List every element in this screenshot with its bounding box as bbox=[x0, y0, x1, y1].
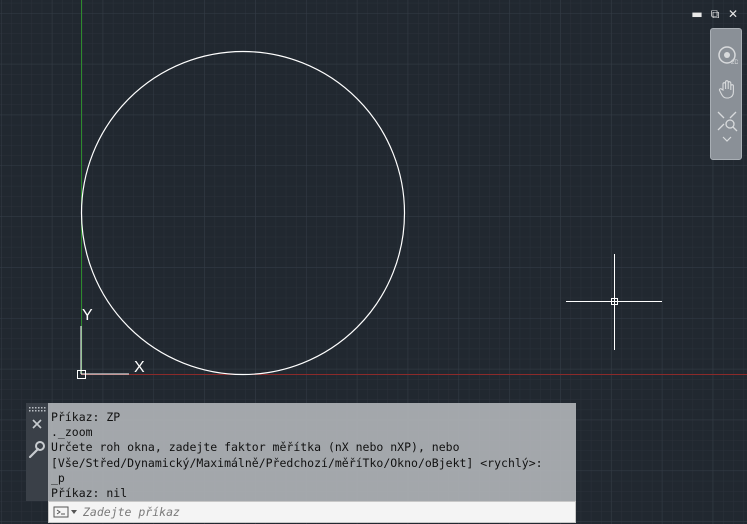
svg-text:2D: 2D bbox=[731, 60, 738, 66]
ucs-y-label: Y bbox=[82, 307, 93, 324]
steering-wheel-icon[interactable]: 2D bbox=[715, 43, 739, 67]
minimize-button[interactable]: ▬ bbox=[691, 8, 703, 20]
history-line: _p bbox=[51, 470, 65, 485]
history-line: [Vše/Střed/Dynamický/Maximálně/Předchozí… bbox=[51, 455, 543, 470]
zoom-extents-icon[interactable] bbox=[715, 109, 739, 133]
history-line: Příkaz: ZP bbox=[51, 410, 121, 424]
command-history: Příkaz: ZP ._zoom Určete roh okna, zadej… bbox=[48, 403, 576, 501]
pan-hand-icon[interactable] bbox=[715, 77, 739, 101]
command-line-handle[interactable] bbox=[26, 403, 48, 501]
history-line: Určete roh okna, zadejte faktor měřítka … bbox=[51, 440, 460, 455]
history-line: Příkaz: nil bbox=[51, 486, 128, 501]
close-command-line-icon[interactable] bbox=[32, 419, 42, 429]
command-input-bar bbox=[48, 501, 576, 523]
command-line-window: Příkaz: ZP ._zoom Určete roh okna, zadej… bbox=[26, 403, 576, 523]
viewport-window-controls: ▬ ⧉ ✕ bbox=[691, 8, 739, 20]
close-button[interactable]: ✕ bbox=[727, 8, 739, 20]
history-line: ._zoom bbox=[51, 425, 93, 440]
customize-wrench-icon[interactable] bbox=[28, 441, 45, 459]
navbar-dropdown-icon[interactable] bbox=[715, 133, 739, 145]
recent-commands-icon[interactable] bbox=[53, 505, 79, 519]
command-input[interactable] bbox=[83, 505, 563, 519]
navigation-bar: 2D bbox=[710, 28, 742, 160]
ucs-x-label: X bbox=[134, 359, 145, 376]
drag-grip-icon[interactable] bbox=[29, 407, 46, 412]
restore-button[interactable]: ⧉ bbox=[709, 8, 721, 20]
